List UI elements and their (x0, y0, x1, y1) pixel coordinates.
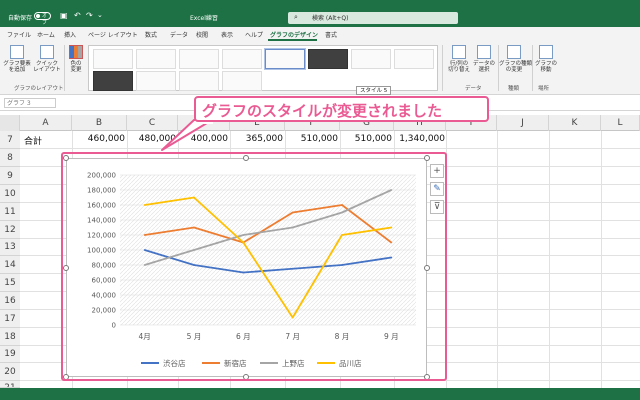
tab-chart-design[interactable]: グラフのデザイン (270, 30, 318, 39)
redo-icon[interactable]: ↷ (86, 11, 93, 20)
cell-h7[interactable]: 1,340,000 (394, 134, 445, 144)
style-tooltip: スタイル 5 (356, 86, 392, 95)
quick-layout-button[interactable]: クイック レイアウト (32, 45, 62, 73)
search-input: 検索 (Alt+Q) (312, 15, 349, 22)
move-chart-button[interactable]: グラフの 移動 (534, 45, 558, 73)
column-header[interactable]: J (497, 115, 549, 131)
name-box[interactable]: グラフ 3 (4, 98, 56, 108)
select-data-icon (477, 45, 491, 59)
tab-data[interactable]: データ (170, 30, 188, 39)
chart-style-10[interactable] (136, 71, 176, 91)
search-box[interactable]: ⌕ 検索 (Alt+Q) (288, 12, 458, 24)
tab-review[interactable]: 校閲 (196, 30, 208, 39)
row-header[interactable]: 15 (0, 274, 20, 292)
customize-qat-icon[interactable]: ⌄ (97, 11, 103, 19)
chart-style-1[interactable] (93, 49, 133, 69)
row-header[interactable]: 17 (0, 310, 20, 328)
autosave-state: オフ (42, 13, 48, 26)
change-chart-type-button[interactable]: グラフの種類 の変更 (499, 45, 532, 73)
layout-group-label: グラフのレイアウト (14, 86, 64, 92)
tab-help[interactable]: ヘルプ (245, 30, 263, 39)
title-bar: 自動保存 オフ ▣ ↶ ↷ ⌄ Excel練習 ⌕ 検索 (Alt+Q) (0, 0, 640, 27)
tab-formulas[interactable]: 数式 (145, 30, 157, 39)
chart-type-icon (507, 45, 521, 59)
cell-f7[interactable]: 510,000 (285, 134, 338, 144)
column-header[interactable]: L (601, 115, 640, 131)
chart-style-8[interactable] (394, 49, 434, 69)
chart-style-6[interactable] (308, 49, 348, 69)
chart-style-11[interactable] (179, 71, 219, 91)
autosave-label: 自動保存 (8, 15, 33, 22)
tab-page-layout[interactable]: ページ レイアウト (88, 30, 138, 39)
row-header[interactable]: 12 (0, 221, 20, 239)
row-header[interactable]: 13 (0, 239, 20, 256)
column-header[interactable]: A (20, 115, 72, 131)
chart-style-4[interactable] (222, 49, 262, 69)
tab-insert[interactable]: 挿入 (64, 30, 76, 39)
chart-styles-gallery[interactable]: スタイル 5 (88, 45, 438, 95)
row-header[interactable]: 19 (0, 346, 20, 363)
data-group-label: データ (465, 86, 482, 92)
column-header[interactable]: B (72, 115, 127, 131)
quick-layout-icon (40, 45, 54, 59)
row-header[interactable]: 10 (0, 185, 20, 203)
row-header[interactable]: 20 (0, 363, 20, 381)
tab-format[interactable]: 書式 (325, 30, 337, 39)
save-icon[interactable]: ▣ (60, 11, 68, 20)
tab-home[interactable]: ホーム (37, 30, 55, 39)
move-chart-icon (539, 45, 553, 59)
cell-b7[interactable]: 460,000 (72, 134, 125, 144)
cell-g7[interactable]: 510,000 (340, 134, 392, 144)
callout-text: グラフのスタイルが変更されました (202, 102, 443, 120)
row-header[interactable]: 8 (0, 149, 20, 167)
highlight-frame (61, 152, 447, 381)
chart-style-3[interactable] (179, 49, 219, 69)
ribbon: グラフ要素 を追加 クイック レイアウト グラフのレイアウト 色の 変更 スタイ… (0, 41, 640, 95)
ribbon-tabs: ファイル ホーム 挿入 ページ レイアウト 数式 データ 校閲 表示 ヘルプ グ… (0, 27, 640, 41)
location-group-label: 場所 (538, 86, 550, 92)
switch-row-column-button[interactable]: 行/列の 切り替え (446, 45, 472, 73)
chart-style-5[interactable] (265, 49, 305, 69)
chart-style-9[interactable] (93, 71, 133, 91)
cell-e7[interactable]: 365,000 (230, 134, 283, 144)
chart-style-2[interactable] (136, 49, 176, 69)
row-header[interactable]: 14 (0, 256, 20, 274)
row-header[interactable]: 7 (0, 131, 20, 149)
row-header[interactable]: 11 (0, 203, 20, 221)
tab-view[interactable]: 表示 (221, 30, 233, 39)
select-data-button[interactable]: データの 選択 (472, 45, 496, 73)
callout-box: グラフのスタイルが変更されました (194, 96, 489, 122)
switch-icon (452, 45, 466, 59)
column-header[interactable]: K (549, 115, 601, 131)
select-all-corner[interactable] (0, 115, 20, 131)
chart-style-12[interactable] (222, 71, 262, 91)
row-header[interactable]: 21 (0, 381, 20, 388)
type-group-label: 種類 (508, 86, 520, 92)
add-chart-element-button[interactable]: グラフ要素 を追加 (2, 45, 32, 73)
cell-a7[interactable]: 合計 (24, 134, 42, 147)
search-icon: ⌕ (294, 13, 298, 21)
file-name: Excel練習 (190, 15, 218, 22)
row-header[interactable]: 16 (0, 292, 20, 310)
palette-icon (69, 45, 83, 59)
status-bar (0, 388, 640, 400)
tab-file[interactable]: ファイル (7, 30, 31, 39)
row-header[interactable]: 9 (0, 167, 20, 185)
autosave-toggle[interactable]: オフ (34, 12, 51, 26)
row-header[interactable]: 18 (0, 328, 20, 346)
undo-icon[interactable]: ↶ (74, 11, 81, 20)
change-colors-button[interactable]: 色の 変更 (66, 45, 86, 73)
chart-element-icon (10, 45, 24, 59)
chart-style-7[interactable] (351, 49, 391, 69)
